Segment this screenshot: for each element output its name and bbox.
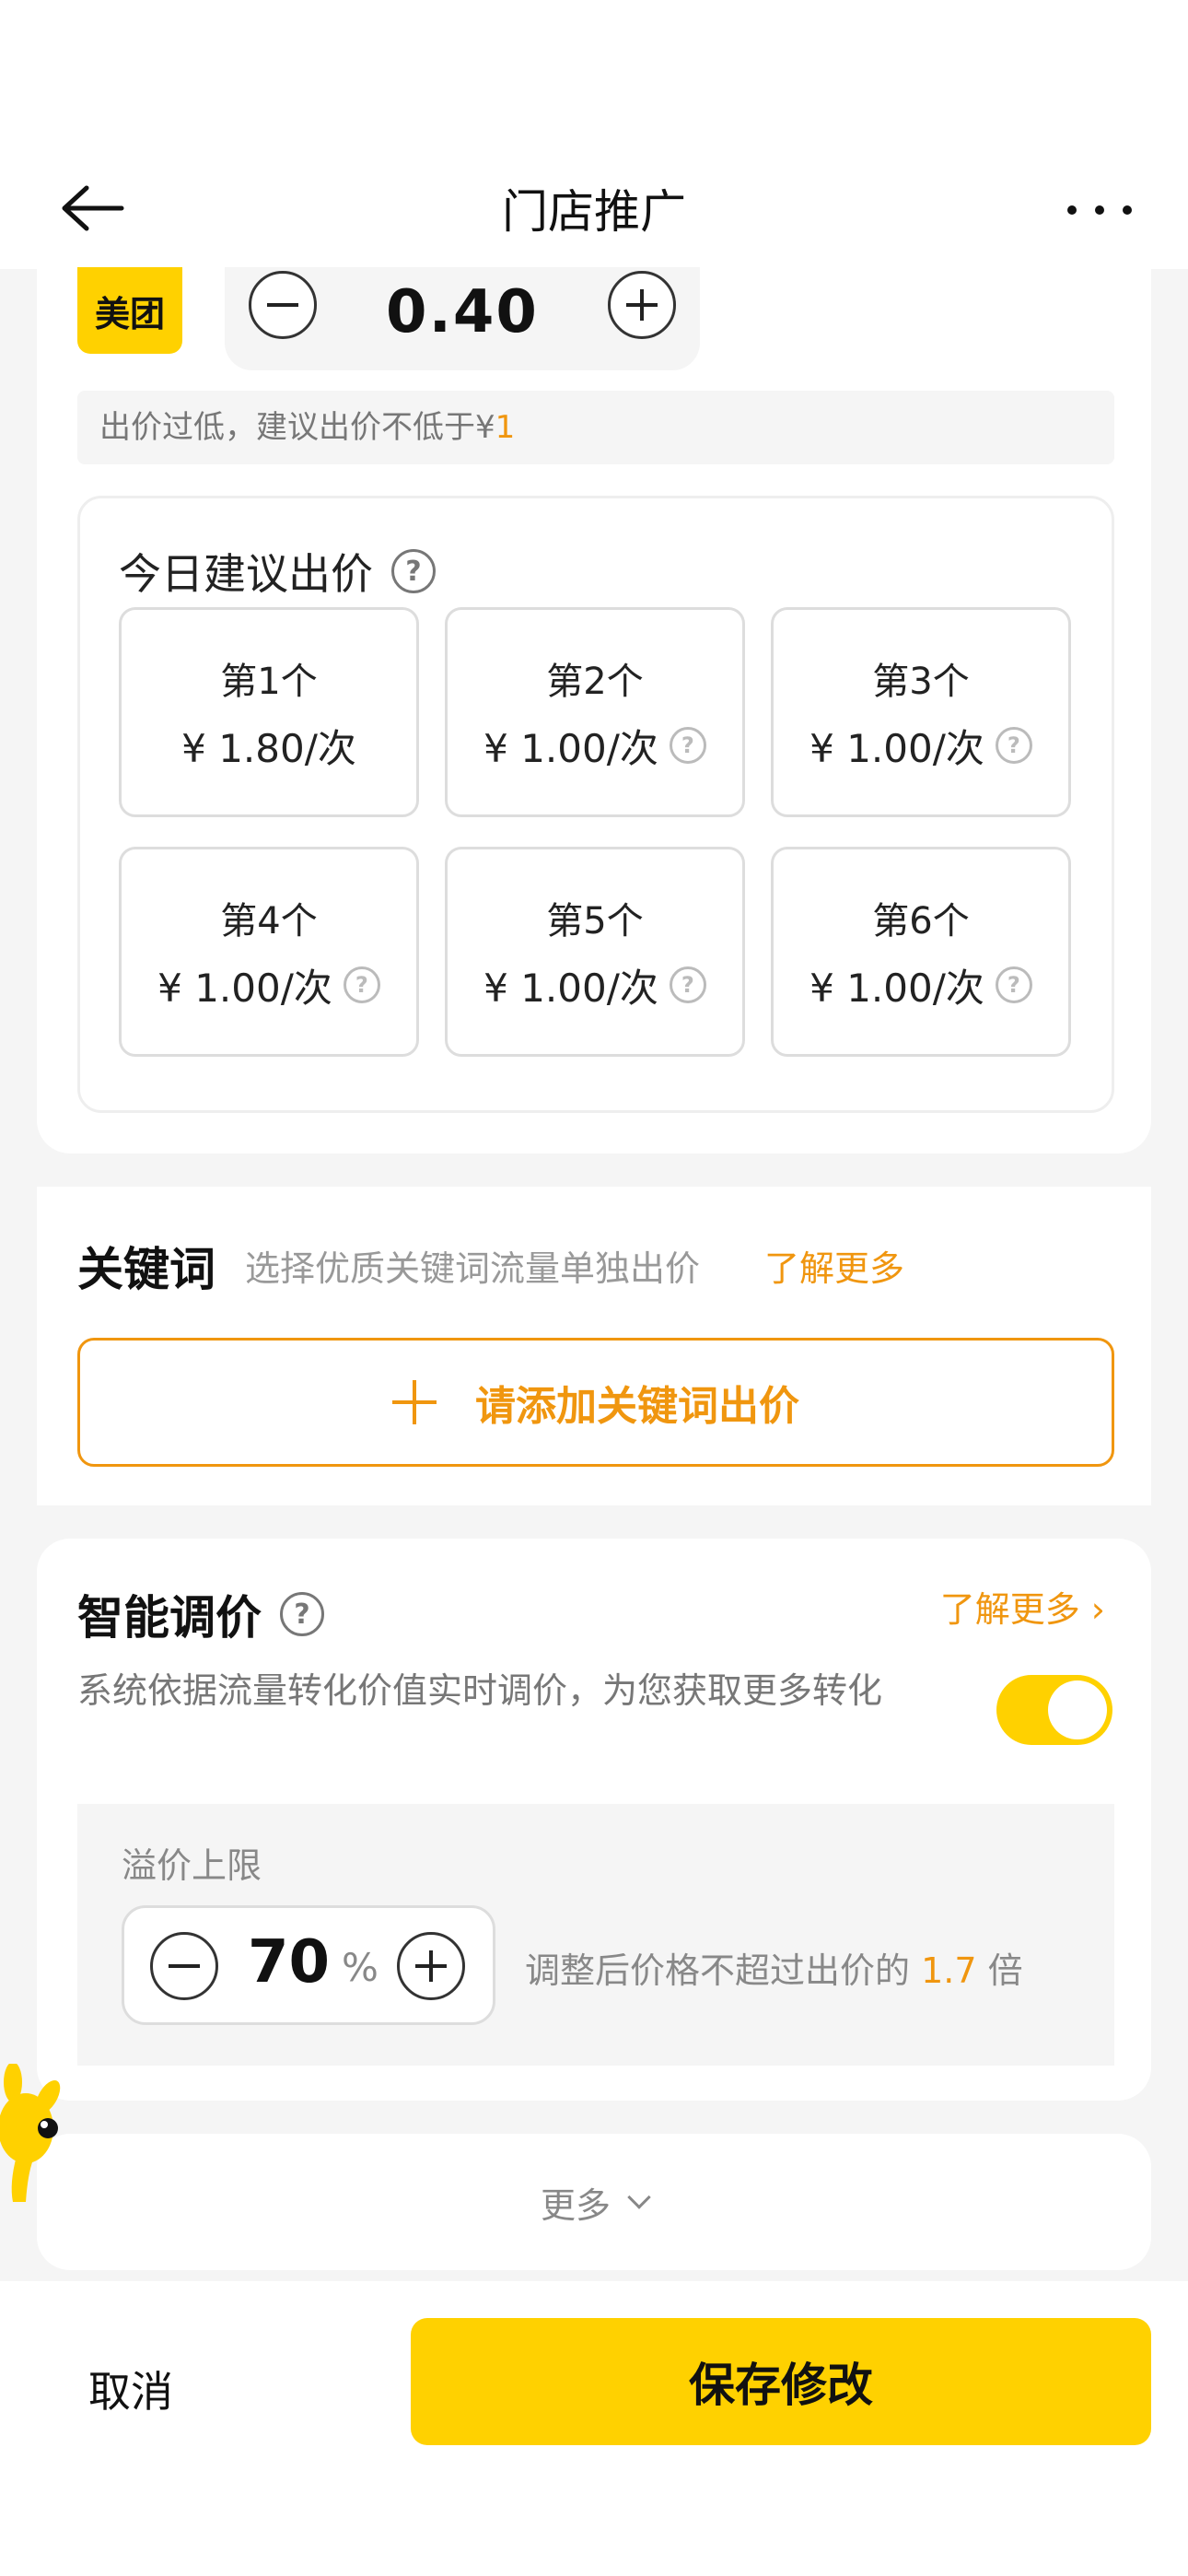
bid-price-row: ¥ 1.00/次? [809, 957, 1032, 1013]
smart-pricing-card: 智能调价 ? 了解更多 › 系统依据流量转化价值实时调价，为您获取更多转化 溢价… [37, 1539, 1151, 2101]
smart-pricing-title: 智能调价 ? [77, 1581, 324, 1647]
suggested-bid-item[interactable]: 第4个 ¥ 1.00/次? [119, 847, 419, 1057]
question-icon[interactable]: ? [995, 966, 1032, 1003]
smart-pricing-label: 智能调价 [77, 1591, 262, 1645]
bid-warning: 出价过低，建议出价不低于¥1 [77, 391, 1114, 464]
bid-warning-text: 出价过低，建议出价不低于¥ [99, 409, 495, 446]
bid-rank: 第6个 [872, 899, 970, 943]
bid-rank: 第3个 [872, 660, 970, 703]
add-keyword-bid-label: 请添加关键词出价 [475, 1383, 799, 1430]
chevron-down-icon [627, 2185, 651, 2209]
suggested-bids: 今日建议出价 ? 第1个 ¥ 1.80/次 第2个 ¥ 1.00/次? 第3个 … [77, 496, 1114, 1113]
plus-icon [392, 1380, 437, 1424]
smart-pricing-toggle[interactable] [996, 1675, 1112, 1745]
question-icon[interactable]: ? [391, 549, 436, 593]
note-multiplier: 1.7 [921, 1950, 977, 1991]
premium-cap-label: 溢价上限 [122, 1845, 262, 1886]
bid-stepper: 0.40 [225, 267, 700, 370]
bid-value[interactable]: 0.40 [326, 278, 599, 346]
bid-price: ¥ 1.00/次 [483, 965, 658, 1011]
cap-decrease-button[interactable] [150, 1932, 218, 2000]
question-icon[interactable]: ? [669, 966, 706, 1003]
keywords-title: 关键词 [77, 1243, 215, 1296]
premium-cap-panel: 溢价上限 70 % 调整后价格不超过出价的 1.7 倍 [77, 1804, 1114, 2066]
bottom-action-bar: 取消 保存修改 [0, 2281, 1188, 2576]
premium-cap-note: 调整后价格不超过出价的 1.7 倍 [525, 1942, 1023, 1993]
bid-rank: 第1个 [220, 660, 318, 703]
question-icon[interactable]: ? [343, 966, 380, 1003]
more-options-button[interactable]: 更多 [37, 2134, 1151, 2270]
smart-pricing-desc: 系统依据流量转化价值实时调价，为您获取更多转化 [77, 1670, 883, 1711]
question-icon[interactable]: ? [669, 727, 706, 764]
bid-price: ¥ 1.00/次 [483, 725, 658, 771]
premium-cap-stepper: 70 % [122, 1905, 495, 2025]
suggested-bid-item[interactable]: 第2个 ¥ 1.00/次? [445, 607, 745, 817]
keywords-learn-more-link[interactable]: 了解更多 [764, 1240, 904, 1291]
page-title: 门店推广 [502, 185, 686, 239]
bid-card: 美团 0.40 出价过低，建议出价不低于¥1 今日建议出价 ? 第1个 ¥ 1.… [37, 267, 1151, 1153]
suggested-bids-label: 今日建议出价 [119, 549, 373, 599]
add-keyword-bid-button[interactable]: 请添加关键词出价 [77, 1338, 1114, 1467]
mascot-icon[interactable] [0, 2062, 74, 2202]
bid-price-row: ¥ 1.00/次? [809, 718, 1032, 774]
suggested-bids-title: 今日建议出价 ? [119, 541, 436, 602]
bid-price: ¥ 1.00/次 [809, 965, 984, 1011]
question-icon[interactable]: ? [280, 1592, 324, 1636]
more-label: 更多 [540, 2184, 611, 2226]
bid-rank: 第4个 [220, 899, 318, 943]
more-dots-icon[interactable] [1063, 192, 1136, 228]
premium-cap-value[interactable]: 70 [248, 1928, 330, 1996]
bid-price-row: ¥ 1.00/次? [483, 718, 706, 774]
note-suffix: 倍 [976, 1950, 1023, 1991]
bid-rank: 第2个 [546, 660, 644, 703]
suggested-bid-item[interactable]: 第6个 ¥ 1.00/次? [771, 847, 1071, 1057]
suggested-bid-item[interactable]: 第1个 ¥ 1.80/次 [119, 607, 419, 817]
bid-price: ¥ 1.00/次 [809, 725, 984, 771]
suggested-bid-item[interactable]: 第5个 ¥ 1.00/次? [445, 847, 745, 1057]
save-button[interactable]: 保存修改 [411, 2318, 1151, 2445]
question-icon[interactable]: ? [995, 727, 1032, 764]
bid-price: ¥ 1.80/次 [181, 725, 356, 771]
bid-decrease-button[interactable] [249, 271, 317, 339]
percent-unit: % [342, 1945, 379, 1990]
keywords-card: 关键词 选择优质关键词流量单独出价 了解更多 请添加关键词出价 [37, 1187, 1151, 1505]
bid-price: ¥ 1.00/次 [157, 965, 332, 1011]
smart-learn-more-link[interactable]: 了解更多 › [940, 1581, 1105, 1632]
note-prefix: 调整后价格不超过出价的 [525, 1950, 922, 1991]
bid-price-row: ¥ 1.00/次? [157, 957, 380, 1013]
suggested-bids-grid: 第1个 ¥ 1.80/次 第2个 ¥ 1.00/次? 第3个 ¥ 1.00/次?… [119, 607, 1077, 1057]
bid-warning-value: 1 [495, 409, 516, 446]
cancel-button[interactable]: 取消 [88, 2359, 173, 2419]
nav-bar: 门店推广 [0, 147, 1188, 269]
bid-increase-button[interactable] [608, 271, 676, 339]
cap-increase-button[interactable] [397, 1932, 465, 2000]
bid-price-row: ¥ 1.00/次? [483, 957, 706, 1013]
keywords-desc: 选择优质关键词流量单独出价 [245, 1248, 701, 1289]
status-bar [0, 0, 1188, 147]
bid-rank: 第5个 [546, 899, 644, 943]
bid-price-row: ¥ 1.80/次 [181, 718, 356, 774]
suggested-bid-item[interactable]: 第3个 ¥ 1.00/次? [771, 607, 1071, 817]
brand-badge: 美团 [77, 267, 182, 354]
